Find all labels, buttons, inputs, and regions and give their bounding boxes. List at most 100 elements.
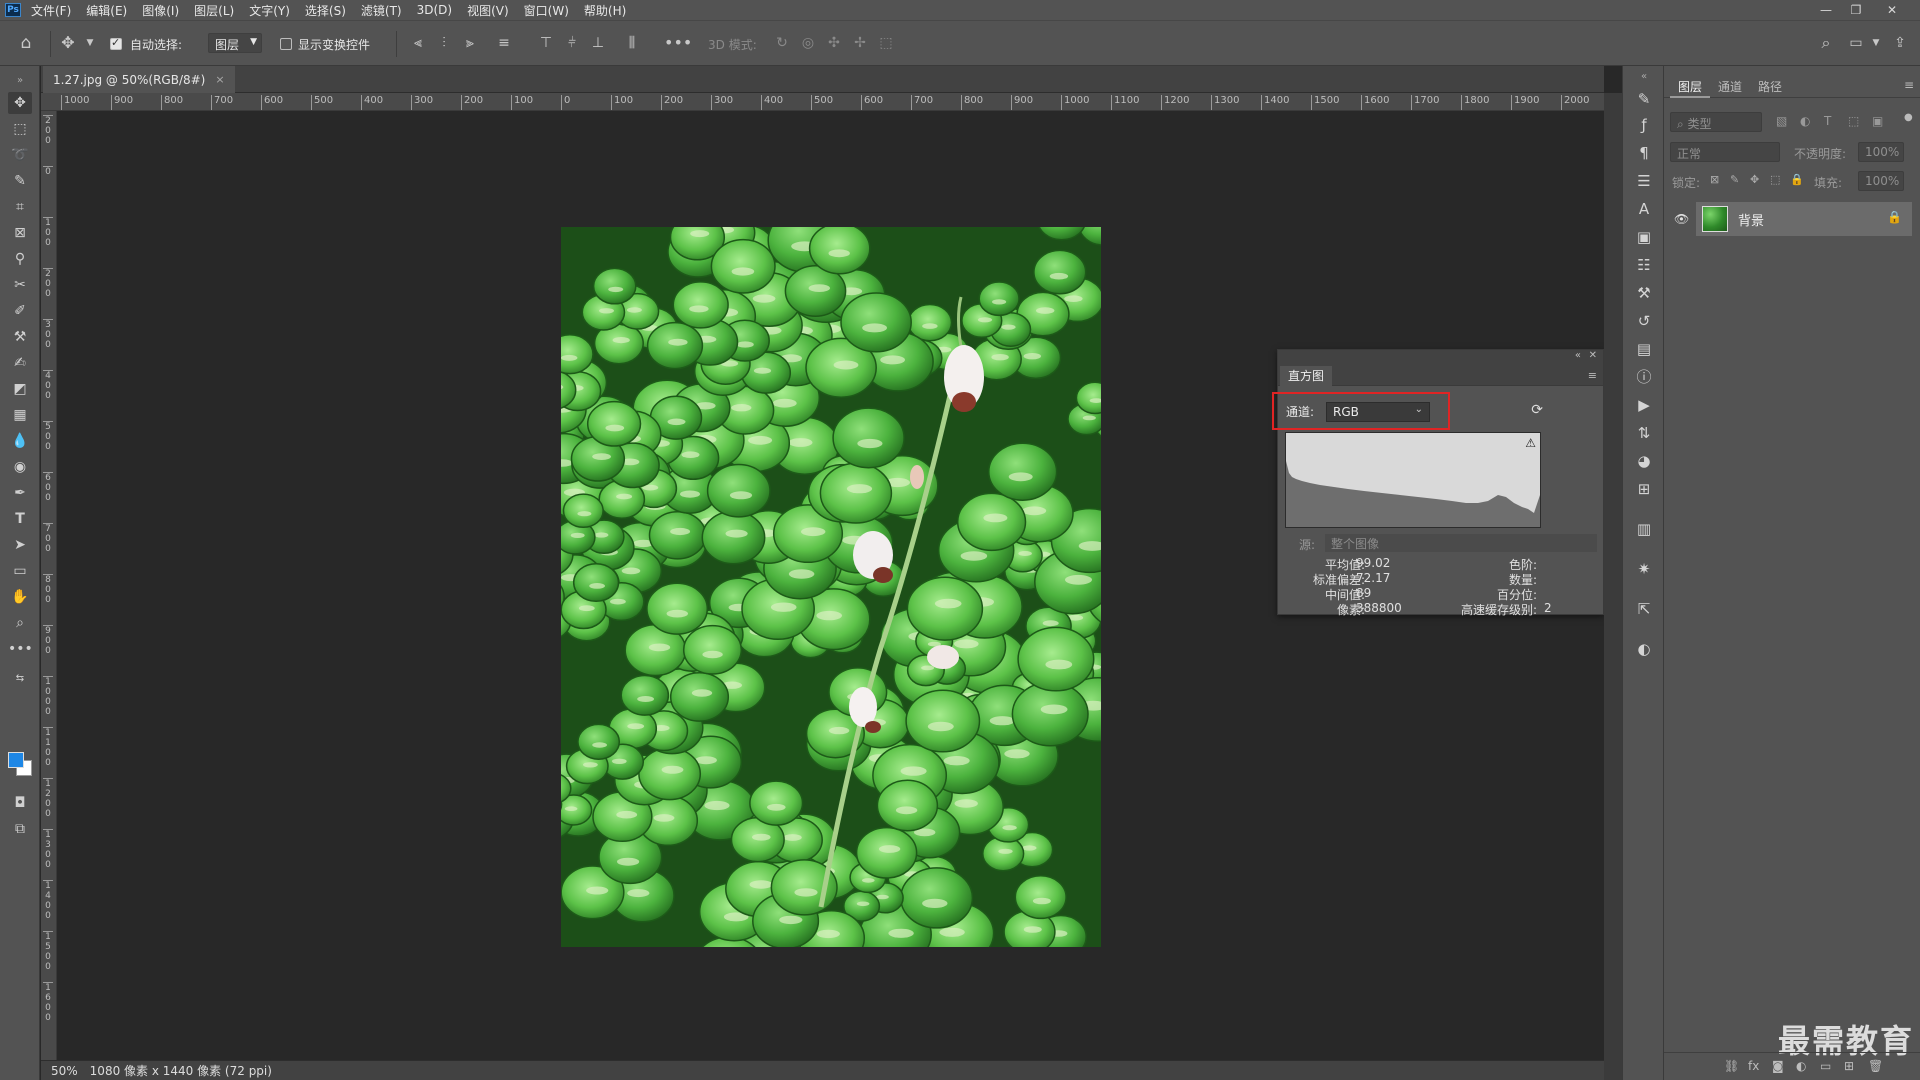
add-mask-icon[interactable]: ◙	[1772, 1059, 1784, 1073]
3d-orbit-icon[interactable]: ↻	[772, 33, 792, 53]
filter-adjust-icon[interactable]: ◐	[1800, 114, 1810, 128]
tab-histogram[interactable]: 直方图	[1280, 366, 1333, 386]
screen-mode-icon[interactable]: ⧉	[8, 818, 32, 840]
filter-type-icon[interactable]: T	[1824, 114, 1831, 128]
3d-pan-icon[interactable]: ✣	[824, 33, 844, 53]
menu-window[interactable]: 窗口(W)	[524, 2, 569, 19]
quick-mask-icon[interactable]: ◘	[8, 792, 32, 814]
menu-image[interactable]: 图像(I)	[142, 2, 179, 19]
channel-dropdown[interactable]: RGB ⌄	[1326, 402, 1430, 422]
layer-comps-icon[interactable]: ⇅	[1632, 422, 1656, 444]
align-center-icon[interactable]: ⫶	[434, 33, 454, 53]
panel-menu-icon[interactable]: ≡	[1904, 78, 1914, 92]
properties-icon[interactable]: ☷	[1632, 254, 1656, 276]
document-info[interactable]: 1080 像素 x 1440 像素 (72 ppi)	[90, 1062, 272, 1079]
align-top-icon[interactable]: ⊤	[536, 33, 556, 53]
lock-artboard-icon[interactable]: ⬚	[1770, 173, 1780, 186]
swatches-icon[interactable]: ◕	[1632, 450, 1656, 472]
blend-mode-dropdown[interactable]: 正常	[1670, 142, 1780, 162]
tables-icon[interactable]: ⊞	[1632, 478, 1656, 500]
brush-settings-icon[interactable]: ✎	[1632, 88, 1656, 110]
delete-layer-icon[interactable]: 🗑	[1868, 1059, 1883, 1073]
gradient-tool-icon[interactable]: ▦	[8, 404, 32, 426]
swap-colors-icon[interactable]: ⇆	[8, 668, 32, 690]
frame-tool-icon[interactable]: ⊠	[8, 222, 32, 244]
layer-item[interactable]: 背景 🔒	[1696, 202, 1912, 236]
new-group-icon[interactable]: ▭	[1820, 1059, 1831, 1073]
light-icon[interactable]: ✷	[1632, 558, 1656, 580]
history-icon[interactable]: ↺	[1632, 310, 1656, 332]
layer-filter-dropdown[interactable]: ⌕ 类型	[1670, 112, 1762, 132]
styles-icon[interactable]: ƒ	[1632, 114, 1656, 136]
foreground-color-swatch[interactable]	[8, 752, 24, 768]
align-right-icon[interactable]: ⫸	[460, 33, 480, 53]
move-tool-icon[interactable]: ✥	[8, 92, 32, 114]
zoom-level[interactable]: 50%	[51, 1064, 78, 1078]
rectangle-tool-icon[interactable]: ▭	[8, 560, 32, 582]
opacity-field[interactable]: 100%	[1858, 142, 1904, 162]
export-icon[interactable]: ⇱	[1632, 598, 1656, 620]
hand-tool-icon[interactable]: ✋	[8, 586, 32, 608]
3d-slide-icon[interactable]: ✢	[850, 33, 870, 53]
new-adjustment-icon[interactable]: ◐	[1796, 1059, 1806, 1073]
brush-tool-icon[interactable]: ✐	[8, 300, 32, 322]
layer-style-icon[interactable]: fx	[1748, 1059, 1759, 1073]
expand-panel-icon[interactable]: »	[8, 70, 32, 92]
warning-icon[interactable]: ⚠	[1525, 436, 1536, 450]
lock-transparent-icon[interactable]: ⊠	[1710, 173, 1719, 186]
dodge-tool-icon[interactable]: ◉	[8, 456, 32, 478]
visibility-eye-icon[interactable]: 👁	[1674, 212, 1689, 226]
lock-pixels-icon[interactable]: ✎	[1730, 173, 1739, 186]
workspace-icon[interactable]: ▭	[1846, 33, 1866, 53]
info-icon[interactable]: ⓘ	[1632, 366, 1656, 388]
quick-select-tool-icon[interactable]: ✎	[8, 170, 32, 192]
lock-position-icon[interactable]: ✥	[1750, 173, 1759, 186]
actions-play-icon[interactable]: ▶	[1632, 394, 1656, 416]
distribute-vertical-icon[interactable]: ⫼	[622, 33, 642, 53]
healing-tool-icon[interactable]: ✂	[8, 274, 32, 296]
blur-tool-icon[interactable]: 💧	[8, 430, 32, 452]
chevron-down-icon[interactable]: ▼	[80, 33, 100, 53]
collapse-panel-icon[interactable]: «	[1575, 350, 1581, 361]
menu-select[interactable]: 选择(S)	[305, 2, 346, 19]
align-middle-icon[interactable]: ⫩	[562, 33, 582, 53]
history-brush-tool-icon[interactable]: ✍	[8, 352, 32, 374]
menu-edit[interactable]: 编辑(E)	[86, 2, 127, 19]
notes-icon[interactable]: ▥	[1632, 518, 1656, 540]
close-tab-icon[interactable]: ×	[215, 73, 224, 86]
3d-roll-icon[interactable]: ◎	[798, 33, 818, 53]
stamp-tool-icon[interactable]: ⚒	[8, 326, 32, 348]
minimize-icon[interactable]: —	[1812, 0, 1840, 20]
more-tools-icon[interactable]: •••	[8, 638, 33, 660]
share-icon[interactable]: ⇪	[1890, 33, 1910, 53]
eyedropper-tool-icon[interactable]: ⚲	[8, 248, 32, 270]
restore-icon[interactable]: ❐	[1842, 0, 1870, 20]
tab-layers[interactable]: 图层	[1670, 76, 1711, 98]
paragraph-icon[interactable]: ¶	[1632, 142, 1656, 164]
tab-channels[interactable]: 通道	[1710, 76, 1750, 98]
histogram-toggle-icon[interactable]: ◐	[1632, 638, 1656, 660]
filter-smart-icon[interactable]: ▣	[1872, 114, 1883, 128]
home-icon[interactable]: ⌂	[16, 33, 36, 53]
link-layers-icon[interactable]: ⛓	[1724, 1059, 1739, 1073]
show-transform-checkbox[interactable]	[280, 38, 292, 50]
3d-scale-icon[interactable]: ⬚	[876, 33, 896, 53]
crop-tool-icon[interactable]: ⌗	[8, 196, 32, 218]
filter-pixel-icon[interactable]: ▧	[1776, 114, 1787, 128]
pen-tool-icon[interactable]: ✒	[8, 482, 32, 504]
canvas-area[interactable]: « ✕ 直方图 ≡ 通道: RGB ⌄ ⟳ ⚠ 源: 整个图像 平均值: 99.…	[57, 111, 1604, 1060]
zoom-tool-icon[interactable]: ⌕	[8, 612, 32, 634]
menu-help[interactable]: 帮助(H)	[584, 2, 626, 19]
type-tool-icon[interactable]: T	[8, 508, 32, 530]
marquee-tool-icon[interactable]: ⬚	[8, 118, 32, 140]
close-window-icon[interactable]: ✕	[1878, 0, 1906, 20]
vertical-scrollbar[interactable]	[1604, 93, 1622, 1080]
close-panel-icon[interactable]: ✕	[1589, 350, 1597, 361]
new-layer-icon[interactable]: ⊞	[1844, 1059, 1854, 1073]
chevron-down-icon[interactable]: ▼	[1866, 33, 1886, 53]
path-select-tool-icon[interactable]: ➤	[8, 534, 32, 556]
character-icon[interactable]: A	[1632, 198, 1656, 220]
menu-file[interactable]: 文件(F)	[31, 2, 71, 19]
move-tool-icon[interactable]: ✥	[58, 33, 78, 53]
auto-select-dropdown[interactable]: 图层 ▼	[208, 33, 262, 53]
